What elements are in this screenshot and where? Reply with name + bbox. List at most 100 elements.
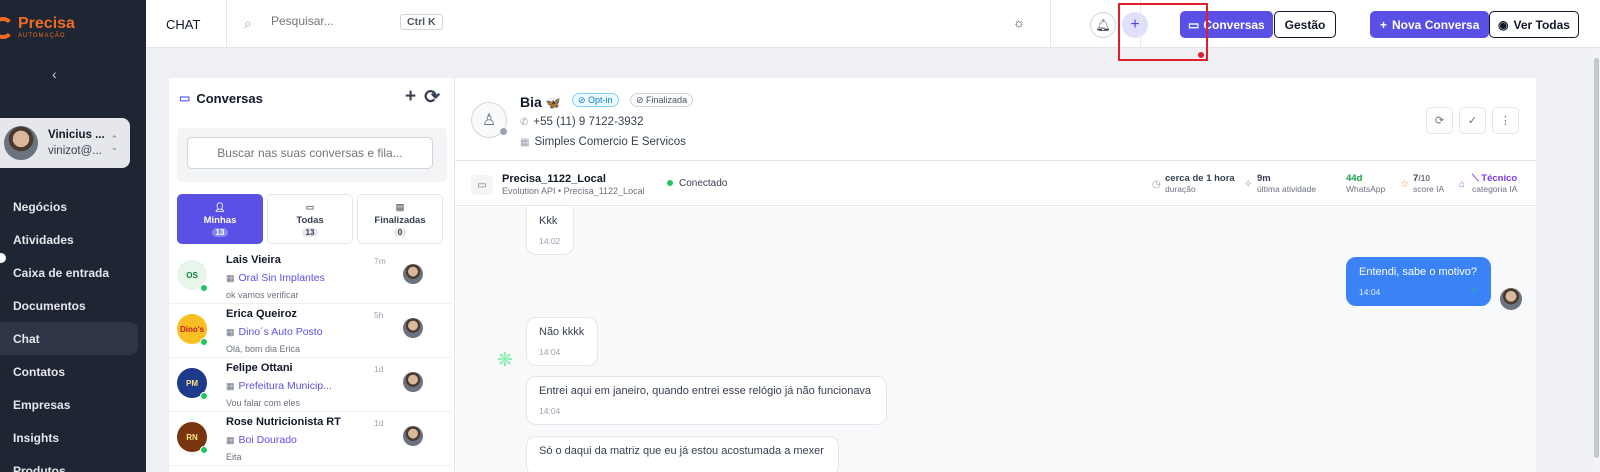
chevron-left-icon[interactable]: ‹	[52, 66, 57, 82]
nav-item-documentos[interactable]: Documentos	[0, 289, 146, 322]
metric-value: cerca de 1 hora	[1165, 173, 1235, 184]
page-scrollbar[interactable]	[1593, 48, 1600, 472]
tab-finalizadas[interactable]: ▤ Finalizadas 0	[357, 194, 443, 244]
conversation-item[interactable]: PM Felipe Ottani ▦ Prefeitura Municip... Vou…	[169, 358, 452, 412]
user-menu[interactable]: Vinicius ... vinizot@... ⌃ ⌄	[0, 118, 130, 168]
search-input[interactable]	[271, 14, 381, 28]
refresh-icon[interactable]: ⟳	[424, 86, 440, 109]
nav-item-empresas[interactable]: Empresas	[0, 388, 146, 421]
nav-item-negocios[interactable]: Negócios	[0, 190, 146, 223]
company-name: ▦ Boi Dourado	[226, 434, 297, 446]
nova-conversa-button[interactable]: + Nova Conversa	[1370, 11, 1490, 38]
tab-count: 13	[301, 227, 319, 237]
contact-name: Lais Vieira	[226, 254, 281, 266]
chat-icon: ▭	[179, 91, 191, 105]
message-thread: Kkk 14:02 Entendi, sabe o motivo? 14:04 …	[455, 207, 1536, 472]
message-time: 14:04	[539, 347, 561, 357]
conversation-search-input[interactable]	[187, 137, 433, 169]
contact-name: Felipe Ottani	[226, 362, 293, 374]
contact-name: Erica Queiroz	[226, 308, 297, 320]
conversation-item[interactable]: OS Lais Vieira ▦ Oral Sin Implantes ok vamos…	[169, 250, 452, 304]
online-dot	[200, 338, 208, 346]
conversation-item[interactable]: Dino's Erica Queiroz ▦ Dino´s Auto Posto Olá…	[169, 304, 452, 358]
brand-logo[interactable]: Precisa AUTOMAÇÃO	[0, 16, 75, 39]
contact-name-text: Bia	[520, 94, 542, 110]
tab-count: 0	[393, 227, 407, 237]
nav-item-chat[interactable]: Chat	[0, 322, 138, 355]
bell-icon[interactable]: 🔔︎	[1090, 12, 1116, 38]
top-bar: CHAT ⌕ Ctrl K ☼ 🔔︎ + ▭ Conversas Gestão …	[146, 0, 1600, 48]
metric-ultima-atividade: ✧ 9m última atividade	[1244, 173, 1316, 195]
check-icon[interactable]: ✓	[1459, 107, 1486, 134]
search-icon: ⌕	[244, 15, 252, 31]
message-incoming: Entrei aqui em janeiro, quando entrei es…	[526, 376, 887, 425]
badge-label: Opt-in	[588, 95, 613, 105]
search-area	[177, 128, 447, 182]
conversation-tabs: 👤︎ Minhas 13 ▭ Todas 13 ▤ Finalizadas 0	[177, 194, 443, 244]
shortcut-hint: Ctrl K	[400, 14, 443, 30]
tab-count: 13	[211, 227, 229, 237]
plus-icon: +	[1380, 17, 1388, 32]
highlight-box	[1118, 3, 1208, 61]
contact-name: Rose Nutricionista RT	[226, 416, 341, 428]
metric-suffix: /10	[1418, 173, 1431, 183]
chevron-up-down-icon: ⌃ ⌄	[110, 134, 119, 152]
chat-icon: ▭	[471, 175, 493, 195]
refresh-icon[interactable]: ⟳	[1426, 107, 1453, 134]
message-time: 5h	[374, 310, 384, 320]
message-incoming: Kkk 14:02	[526, 207, 574, 255]
logo-icon	[0, 16, 14, 39]
metric-label: categoria IA	[1472, 184, 1518, 194]
connection-sub: Evolution API • Precisa_1122_Local	[502, 186, 645, 196]
online-dot	[200, 392, 208, 400]
tab-todas[interactable]: ▭ Todas 13	[267, 194, 353, 244]
nav-item-atividades[interactable]: Atividades	[0, 223, 146, 256]
ver-todas-button[interactable]: ◉ Ver Todas	[1489, 11, 1579, 38]
metric-label: WhatsApp	[1346, 184, 1386, 194]
contact-name: Bia 🦋	[520, 94, 561, 110]
building-icon: ▦	[226, 435, 235, 445]
optin-badge: ⊘ Opt-in	[572, 93, 619, 107]
activity-icon: ✧	[1244, 179, 1253, 190]
phone-text: +55 (11) 9 7122-3932	[533, 116, 644, 128]
scrollbar-thumb[interactable]	[1594, 58, 1599, 458]
conversation-item[interactable]: RN Rose Nutricionista RT ▦ Boi Dourado Eita 1…	[169, 412, 452, 466]
message-text: Só o daqui da matriz que eu já estou aco…	[539, 445, 824, 457]
header-actions: ⟳ ✓ ⋮	[1426, 107, 1519, 134]
badge-label: Finalizada	[646, 95, 688, 105]
finalizada-badge: ⊘ Finalizada	[630, 93, 694, 107]
divider	[1050, 0, 1051, 48]
nav-item-insights[interactable]: Insights	[0, 421, 146, 454]
message-outgoing: Entendi, sabe o motivo? 14:04 ✓	[1346, 257, 1491, 306]
message-time: 14:02	[539, 236, 561, 246]
metric-value: 44d	[1346, 173, 1363, 184]
chat-panel: ♙ Bia 🦋 ⊘ Opt-in ⊘ Finalizada ✆ +55 (11) …	[455, 78, 1536, 472]
agent-avatar	[403, 264, 423, 284]
message-text: Kkk	[539, 215, 558, 227]
add-icon[interactable]: +	[405, 86, 416, 109]
sun-icon[interactable]: ☼	[1013, 15, 1025, 30]
contact-phone: ✆ +55 (11) 9 7122-3932	[520, 116, 643, 128]
nav-item-contatos[interactable]: Contatos	[0, 355, 146, 388]
message-preview: Olá, bom dia Erica	[226, 344, 301, 354]
tab-minhas[interactable]: 👤︎ Minhas 13	[177, 194, 263, 244]
agent-avatar	[1500, 288, 1522, 310]
panel-title: Conversas	[196, 90, 263, 106]
gestao-button[interactable]: Gestão	[1274, 11, 1336, 38]
cursor-dot	[1198, 52, 1204, 58]
more-icon[interactable]: ⋮	[1492, 107, 1519, 134]
page-title: CHAT	[166, 17, 201, 32]
metric-value: 9m	[1257, 173, 1271, 184]
agent-avatar	[403, 318, 423, 338]
metric-label: duração	[1165, 184, 1196, 194]
building-icon: ▦	[226, 381, 235, 391]
nav-item-caixa-de-entrada[interactable]: Caixa de entrada	[0, 256, 146, 289]
building-icon: ▦	[226, 273, 235, 283]
nav-item-produtos[interactable]: Produtos	[0, 454, 146, 472]
message-incoming: Não kkkk 14:04	[526, 317, 598, 366]
contact-avatar: ♙	[471, 102, 508, 138]
message-text: Entrei aqui em janeiro, quando entrei es…	[539, 385, 872, 397]
main-nav: Negócios Atividades Caixa de entrada Doc…	[0, 190, 146, 472]
user-icon: 👤︎	[214, 201, 226, 212]
clock-icon: ◷	[1152, 179, 1161, 190]
